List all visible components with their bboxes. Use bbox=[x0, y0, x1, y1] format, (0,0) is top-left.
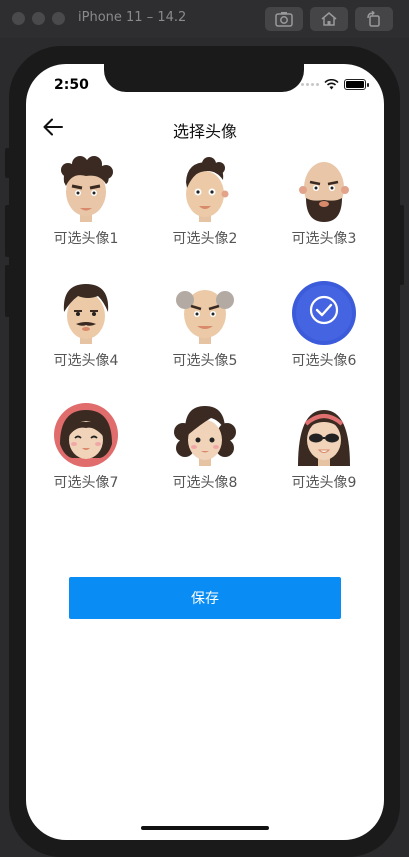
avatar-man-bald-beard-icon bbox=[299, 162, 349, 222]
avatar-option-5[interactable]: 可选头像5 bbox=[145, 278, 265, 370]
avatar-label: 可选头像3 bbox=[291, 231, 357, 247]
avatar-woman-sunglasses-icon bbox=[298, 410, 350, 466]
avatar-old-man-icon bbox=[176, 290, 234, 344]
simulator-title: iPhone 11 – 14.2 bbox=[78, 10, 187, 25]
avatar-selected-check-icon bbox=[292, 281, 356, 345]
status-time: 2:50 bbox=[54, 77, 89, 93]
signal-icon bbox=[301, 83, 319, 86]
avatar-label: 可选头像5 bbox=[172, 353, 238, 369]
avatar-girl-bob-icon bbox=[54, 403, 118, 467]
status-icons bbox=[301, 79, 369, 90]
wifi-icon bbox=[324, 79, 339, 90]
camera-icon bbox=[275, 12, 293, 27]
avatar-label: 可选头像1 bbox=[53, 231, 119, 247]
simulator-toolbar: iPhone 11 – 14.2 bbox=[0, 0, 409, 38]
page-title: 选择头像 bbox=[172, 122, 237, 141]
notch bbox=[104, 64, 304, 92]
battery-icon bbox=[344, 79, 369, 90]
avatar-option-8[interactable]: 可选头像8 bbox=[145, 400, 265, 492]
avatar-option-9[interactable]: 可选头像9 bbox=[264, 400, 384, 492]
avatar-man-curly-hair-icon bbox=[61, 156, 113, 222]
minimize-window-button[interactable] bbox=[32, 12, 45, 25]
avatar-man-mustache-icon bbox=[63, 284, 109, 344]
avatar-option-3[interactable]: 可选头像3 bbox=[264, 156, 384, 248]
avatar-label: 可选头像6 bbox=[291, 353, 357, 369]
avatar-option-2[interactable]: 可选头像2 bbox=[145, 156, 265, 248]
rotate-button[interactable] bbox=[355, 7, 393, 31]
avatar-label: 可选头像9 bbox=[291, 475, 357, 491]
close-window-button[interactable] bbox=[12, 12, 25, 25]
zoom-window-button[interactable] bbox=[52, 12, 65, 25]
avatar-label: 可选头像7 bbox=[53, 475, 119, 491]
screenshot-button[interactable] bbox=[265, 7, 303, 31]
home-indicator bbox=[141, 826, 269, 830]
avatar-label: 可选头像2 bbox=[172, 231, 238, 247]
home-button[interactable] bbox=[310, 7, 348, 31]
home-icon bbox=[321, 12, 337, 26]
avatar-woman-curly-icon bbox=[174, 406, 236, 466]
avatar-option-6[interactable]: 可选头像6 bbox=[264, 278, 384, 370]
avatar-option-1[interactable]: 可选头像1 bbox=[26, 156, 146, 248]
nav-bar: 选择头像 bbox=[26, 108, 384, 148]
avatar-label: 可选头像4 bbox=[53, 353, 119, 369]
app-screen: 2:50 选择头像 可选头像1 可选头像2 可选头像3 可选头像4 可选头像5 … bbox=[26, 64, 384, 840]
avatar-man-quiff-icon bbox=[186, 157, 229, 222]
avatar-label: 可选头像8 bbox=[172, 475, 238, 491]
avatar-option-4[interactable]: 可选头像4 bbox=[26, 278, 146, 370]
avatar-option-7[interactable]: 可选头像7 bbox=[26, 400, 146, 492]
rotate-icon bbox=[367, 11, 380, 27]
save-button[interactable]: 保存 bbox=[69, 577, 341, 619]
